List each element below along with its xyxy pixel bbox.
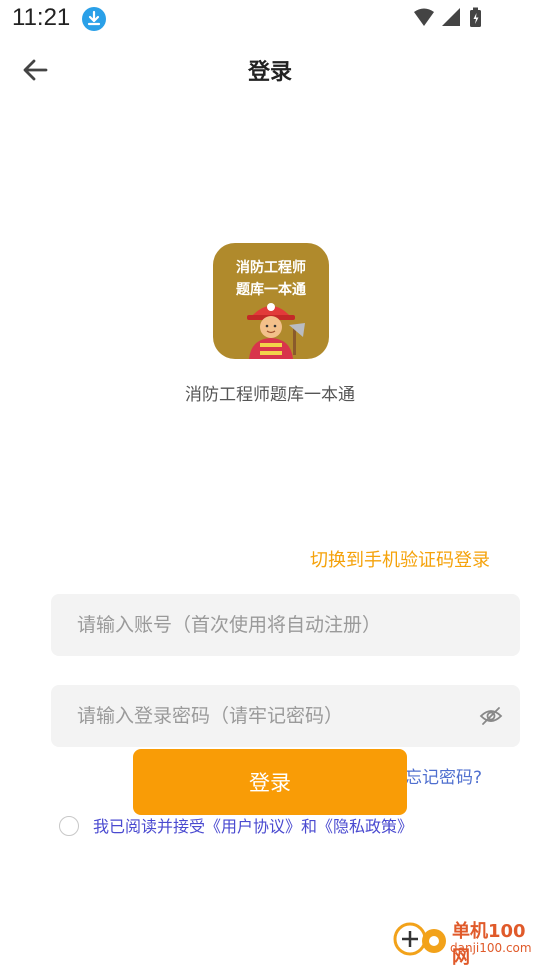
firefighter-illustration [247,303,305,359]
page-title: 登录 [247,60,292,85]
app-name: 消防工程师题库一本通 [185,385,355,405]
status-bar: 11:21 [0,0,540,36]
password-input[interactable] [51,685,520,747]
agreement-checkbox[interactable] [59,816,79,836]
agreement-text[interactable]: 我已阅读并接受《用户协议》和《隐私政策》 [93,813,413,837]
watermark-logo: 单机100网 danji100.com [392,917,540,968]
watermark-icon [393,922,446,956]
password-field [51,685,520,747]
download-icon [82,7,106,31]
logo-text-line1: 消防工程师 [236,260,306,276]
status-time: 11:21 [12,4,71,31]
toggle-password-visibility-button[interactable] [478,703,504,729]
watermark-url: danji100.com [450,941,532,955]
switch-to-sms-login-link[interactable]: 切换到手机验证码登录 [310,546,490,572]
nav-bar: 登录 [0,36,540,102]
app-logo: 消防工程师 题库一本通 [213,243,329,359]
forgot-password-link[interactable]: 忘记密码? [405,763,482,788]
wifi-icon [414,8,434,26]
status-icons [412,6,502,30]
battery-charging-icon [470,7,481,27]
eye-off-icon [479,707,503,725]
login-button[interactable]: 登录 [133,749,407,815]
account-field [51,594,520,656]
account-input[interactable] [51,594,520,656]
logo-text-line2: 题库一本通 [236,282,306,298]
signal-icon [442,8,460,26]
